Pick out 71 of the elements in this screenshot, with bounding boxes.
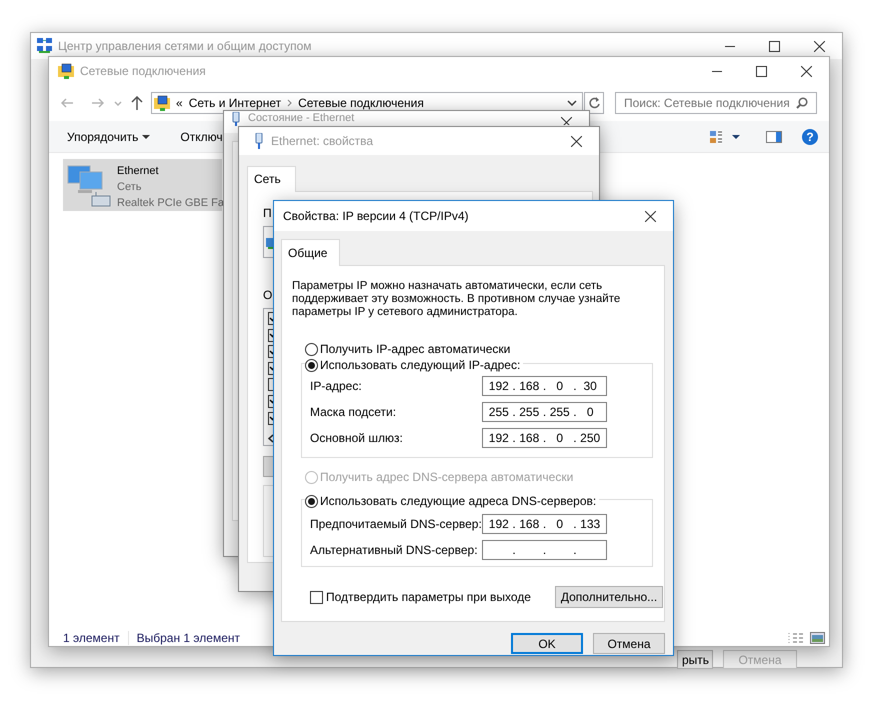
checkbox[interactable] — [310, 590, 323, 604]
ip-address-field[interactable]: . . . — [482, 540, 607, 560]
refresh-icon[interactable] — [588, 97, 600, 109]
field-label: Маска подсети: — [310, 404, 396, 421]
radio-button[interactable] — [305, 358, 318, 372]
tab[interactable]: Общие — [281, 239, 340, 266]
dialog-button[interactable]: Отмена — [593, 633, 665, 654]
field-label: IP-адрес: — [310, 378, 362, 395]
window-title: Ethernet: свойства — [271, 133, 374, 150]
status-text: 1 элемент — [63, 630, 120, 647]
up-icon[interactable] — [131, 96, 143, 110]
help-button[interactable]: ? — [802, 128, 818, 144]
search-icon[interactable] — [796, 97, 808, 109]
view-icon[interactable] — [710, 130, 722, 142]
option-label[interactable]: Получить IP-адрес автоматически — [320, 340, 510, 358]
ip-address-field[interactable]: 255 . 255 . 255 . 0 — [482, 402, 607, 422]
toolbar-button[interactable]: Отключ — [180, 128, 223, 146]
tab[interactable]: Сеть — [247, 166, 296, 192]
close-icon[interactable] — [814, 40, 825, 52]
window-title: Состояние - Ethernet — [248, 112, 354, 125]
description-text: Параметры IP можно назначать автоматически, если сеть поддерживает эту возможность. В противном случае узнайте параметры IP у сетевого администратора. — [292, 280, 622, 319]
dialog-button[interactable]: OK — [511, 633, 583, 654]
ip-address-field[interactable]: 192 . 168 . 0 . 133 — [482, 514, 607, 534]
caret-icon[interactable] — [732, 134, 740, 138]
field-label: Предпочитаемый DNS-сервер: — [310, 516, 482, 533]
search-field[interactable]: Поиск: Сетевые подключения — [615, 92, 817, 114]
preview-pane-icon[interactable] — [766, 130, 782, 142]
ip-address-field[interactable]: 192 . 168 . 0 . 250 — [482, 428, 607, 448]
close-icon[interactable] — [561, 117, 572, 125]
network-icon — [37, 38, 52, 54]
ethernet-icon — [253, 133, 265, 149]
close-icon[interactable] — [571, 136, 582, 146]
scroll-left-icon[interactable] — [268, 434, 274, 444]
section-label: О — [263, 287, 272, 304]
caret-icon — [142, 134, 150, 138]
details-view-icon[interactable] — [788, 632, 804, 644]
window-title: Центр управления сетями и общим доступом — [58, 38, 312, 55]
window-title: Сетевые подключения — [80, 63, 206, 80]
dialog-button[interactable]: рыть — [677, 650, 713, 669]
option-label[interactable]: Использовать следующий IP-адрес: — [320, 356, 520, 374]
toolbar-button[interactable]: Упорядочить — [67, 128, 150, 146]
section-label: П — [263, 205, 272, 222]
adapter-name: Realtek PCIe GBE Fa — [117, 196, 224, 211]
breadcrumb-item[interactable]: Сетевые подключения — [298, 94, 424, 112]
close-icon[interactable] — [801, 66, 812, 76]
chevron-icon — [287, 99, 292, 107]
breadcrumb-item[interactable]: Сеть и Интернет — [188, 94, 282, 112]
large-icons-view-icon[interactable] — [810, 632, 825, 644]
network-name: Сеть — [117, 180, 142, 195]
checkbox-label[interactable]: Подтвердить параметры при выходе — [326, 588, 531, 606]
window-title: Свойства: IP версии 4 (TCP/IPv4) — [283, 208, 468, 225]
refresh-button[interactable] — [584, 92, 604, 114]
minimize-icon[interactable] — [712, 70, 722, 72]
connection-item[interactable]: Ethernet Сеть Realtek PCIe GBE Fa — [63, 159, 222, 211]
dropdown-icon[interactable] — [567, 100, 577, 106]
field-label: Основной шлюз: — [310, 430, 403, 447]
connection-name: Ethernet — [117, 164, 160, 179]
advanced-button[interactable]: Дополнительно... — [555, 586, 663, 608]
network-folder-icon — [154, 95, 170, 111]
maximize-icon[interactable] — [756, 66, 767, 76]
status-text: Выбран 1 элемент — [136, 630, 240, 647]
overflow-chevron[interactable]: « — [176, 94, 183, 112]
ethernet-icon — [230, 112, 242, 126]
maximize-icon[interactable] — [769, 40, 780, 52]
radio-button[interactable] — [305, 342, 318, 356]
ip-address-field[interactable]: 192 . 168 . 0 . 30 — [482, 376, 607, 396]
field-label: Альтернативный DNS-сервер: — [310, 542, 478, 559]
close-icon[interactable] — [645, 210, 656, 222]
option-label[interactable]: Использовать следующие адреса DNS-серверов: — [320, 492, 596, 510]
network-folder-icon — [58, 63, 74, 79]
radio-button[interactable] — [305, 494, 318, 508]
